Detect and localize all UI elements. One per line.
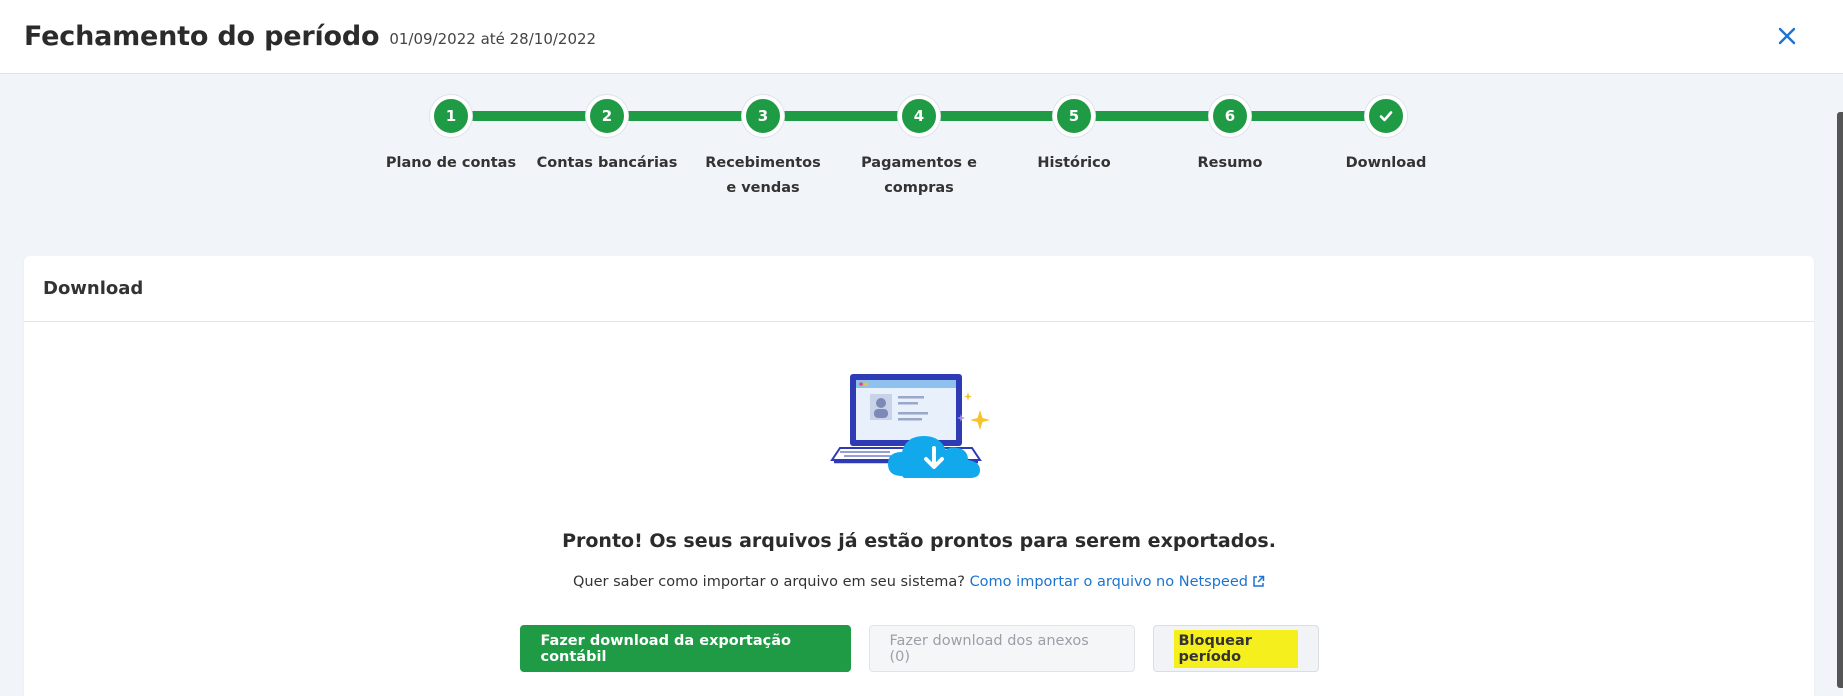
help-text: Quer saber como importar o arquivo em se… bbox=[573, 574, 965, 590]
step-5[interactable]: 5 Histórico bbox=[994, 95, 1154, 176]
step-6[interactable]: 6 Resumo bbox=[1150, 95, 1310, 176]
card-title: Download bbox=[24, 256, 1814, 322]
close-button[interactable] bbox=[1771, 20, 1803, 52]
step-label: Histórico bbox=[1037, 155, 1111, 171]
action-buttons: Fazer download da exportação contábil Fa… bbox=[24, 625, 1814, 672]
step-circle: 6 bbox=[1209, 95, 1251, 137]
step-circle: 4 bbox=[898, 95, 940, 137]
step-label: Contas bancárias bbox=[536, 155, 678, 171]
check-icon bbox=[1379, 111, 1393, 122]
step-label: Download bbox=[1345, 155, 1427, 171]
help-line: Quer saber como importar o arquivo em se… bbox=[24, 574, 1814, 590]
date-range: 01/09/2022 até 28/10/2022 bbox=[389, 29, 597, 48]
step-2[interactable]: 2 Contas bancárias bbox=[527, 95, 687, 176]
step-1[interactable]: 1 Plano de contas bbox=[371, 95, 531, 176]
download-export-button[interactable]: Fazer download da exportação contábil bbox=[519, 625, 851, 672]
laptop-cloud-download-icon bbox=[830, 374, 990, 478]
lock-period-label: Bloquear período bbox=[1173, 629, 1298, 668]
step-circle: 5 bbox=[1053, 95, 1095, 137]
download-card: Download Pronto! Os seus arquivos já est… bbox=[24, 256, 1814, 696]
step-label: Recebimentos e vendas bbox=[705, 155, 821, 196]
progress-stepper: 1 Plano de contas 2 Contas bancárias 3 R… bbox=[0, 74, 1843, 254]
lock-period-button[interactable]: Bloquear período bbox=[1152, 625, 1319, 672]
step-4[interactable]: 4 Pagamentos e compras bbox=[839, 95, 999, 201]
download-attachments-button[interactable]: Fazer download dos anexos (0) bbox=[868, 625, 1135, 672]
step-label: Pagamentos e compras bbox=[861, 155, 977, 196]
external-link-icon bbox=[1253, 575, 1265, 587]
step-3[interactable]: 3 Recebimentos e vendas bbox=[683, 95, 843, 201]
step-circle: 1 bbox=[430, 95, 472, 137]
help-link-label: Como importar o arquivo no Netspeed bbox=[969, 574, 1248, 590]
close-icon bbox=[1778, 27, 1796, 45]
step-download[interactable]: Download bbox=[1306, 95, 1466, 176]
page-header: Fechamento do período 01/09/2022 até 28/… bbox=[0, 0, 1843, 74]
ready-message: Pronto! Os seus arquivos já estão pronto… bbox=[562, 530, 1276, 552]
step-label: Plano de contas bbox=[385, 155, 517, 171]
step-circle: 2 bbox=[586, 95, 628, 137]
step-circle: 3 bbox=[742, 95, 784, 137]
help-link[interactable]: Como importar o arquivo no Netspeed bbox=[970, 574, 1265, 590]
page-title: Fechamento do período bbox=[24, 21, 380, 52]
step-label: Resumo bbox=[1197, 155, 1263, 171]
step-circle bbox=[1365, 95, 1407, 137]
